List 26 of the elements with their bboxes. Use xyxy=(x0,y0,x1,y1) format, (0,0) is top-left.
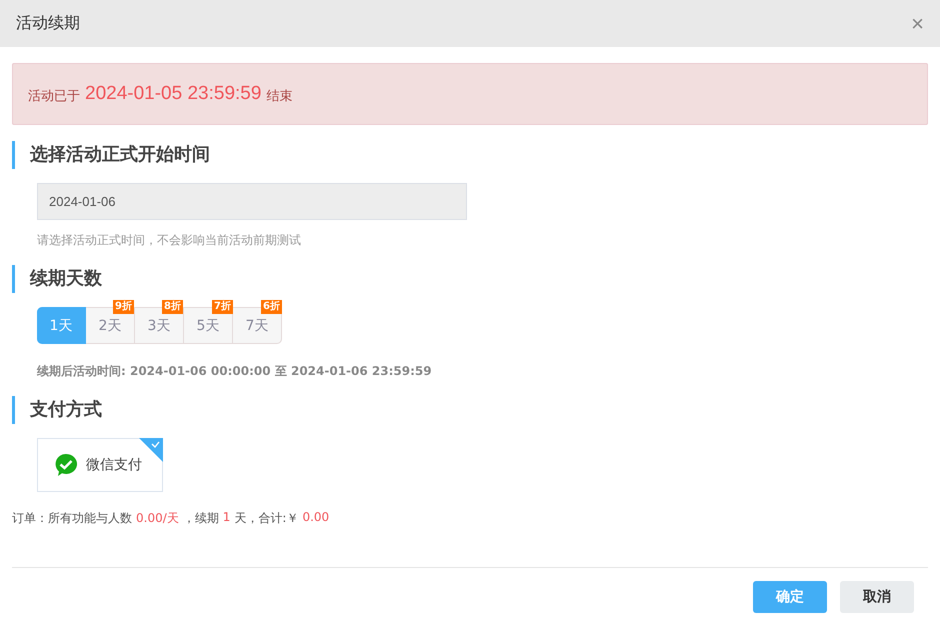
hint-text: 请选择活动正式时间，不会影响当前活动前期测试 xyxy=(37,232,302,249)
close-button[interactable]: × xyxy=(907,12,928,34)
order-text: ，续期 xyxy=(182,510,219,527)
alert-text: 活动已于 xyxy=(28,88,80,104)
chat-bubble-icon xyxy=(54,453,78,477)
confirm-button[interactable]: 确定 xyxy=(753,581,827,613)
order-text: 天，合计:￥ xyxy=(234,510,298,527)
order-text: 0.00 xyxy=(302,510,330,526)
alert-text: 结束 xyxy=(266,88,292,104)
day-option[interactable]: 1天 xyxy=(37,307,86,344)
cancel-button[interactable]: 取消 xyxy=(840,581,914,613)
payment-option[interactable]: 微信支付 xyxy=(37,438,163,492)
dialog-title: 活动续期 xyxy=(16,13,80,34)
date-field[interactable]: 2024-01-06 xyxy=(37,183,467,220)
alert-date: 2024-01-05 23:59:59 xyxy=(85,83,262,105)
discount-badge: 6折 xyxy=(261,300,282,314)
section-heading: 支付方式 xyxy=(12,396,928,424)
order-text: 0.00/天 xyxy=(136,510,179,527)
order-text: 订单：所有功能与人数 xyxy=(12,510,132,527)
discount-badge: 7折 xyxy=(212,300,233,314)
order-text: 1 xyxy=(222,510,230,526)
discount-badge: 8折 xyxy=(162,300,183,314)
section-heading: 选择活动正式开始时间 xyxy=(12,141,928,169)
period-text: 续期后活动时间: 2024-01-06 00:00:00 至 2024-01-06 23:59:59 xyxy=(37,363,433,380)
section-heading: 续期天数 xyxy=(12,265,928,293)
discount-badge: 9折 xyxy=(113,300,134,314)
